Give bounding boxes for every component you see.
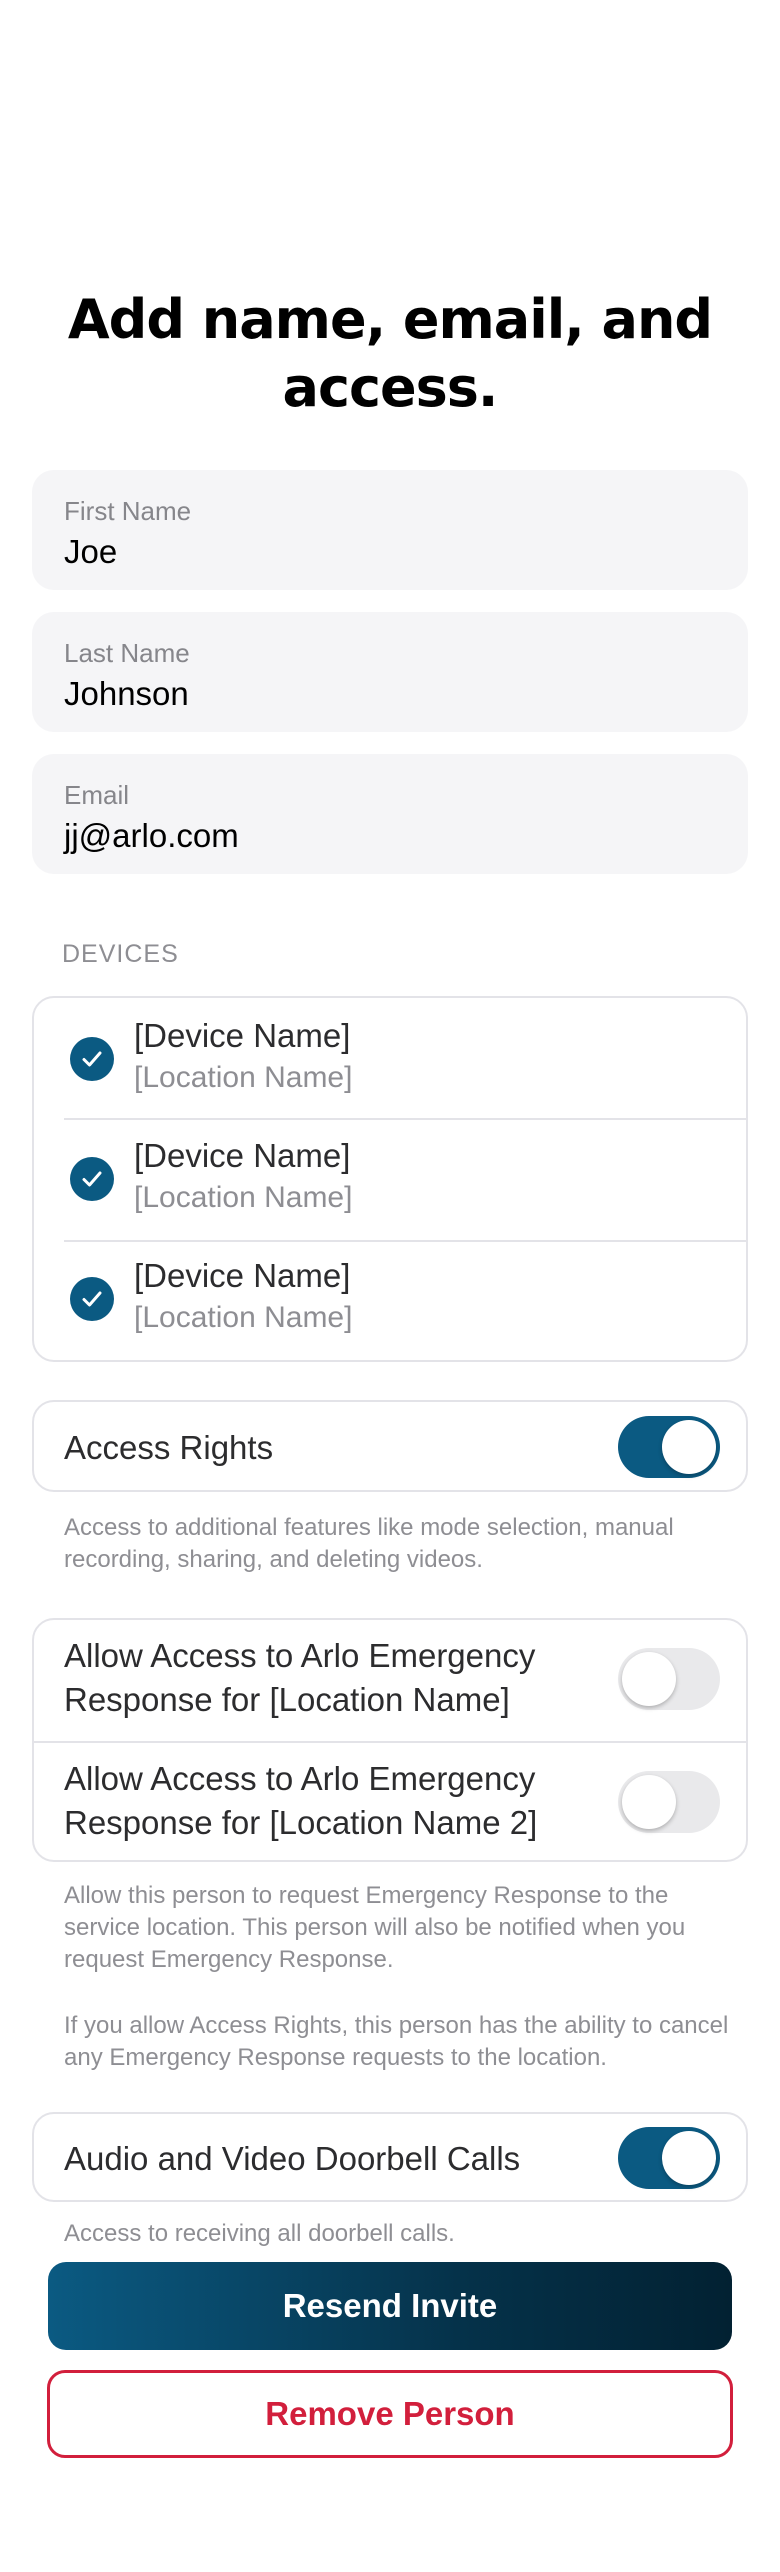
emergency-note-2: If you allow Access Rights, this person … (64, 2012, 729, 2071)
emergency-row: Allow Access to Arlo Emergency Response … (34, 1620, 746, 1741)
emergency-label-line1: Allow Access to Arlo Emergency (64, 1760, 536, 1797)
access-rights-row: Access Rights (34, 1402, 746, 1490)
device-row[interactable]: [Device Name] [Location Name] (34, 998, 746, 1118)
device-row[interactable]: [Device Name] [Location Name] (34, 1238, 746, 1358)
emergency-label-line1: Allow Access to Arlo Emergency (64, 1637, 536, 1674)
emergency-toggle[interactable] (618, 1648, 720, 1710)
device-row[interactable]: [Device Name] [Location Name] (34, 1118, 746, 1238)
devices-list: [Device Name] [Location Name] [Device Na… (32, 996, 748, 1362)
page-title-line2: access. (282, 356, 499, 419)
email-value[interactable]: jj@arlo.com (64, 816, 716, 856)
emergency-label: Allow Access to Arlo Emergency Response … (64, 1757, 537, 1845)
remove-person-button[interactable]: Remove Person (47, 2370, 733, 2458)
checkmark-icon[interactable] (70, 1277, 114, 1321)
device-name: [Device Name] (134, 1257, 351, 1294)
emergency-row: Allow Access to Arlo Emergency Response … (34, 1743, 746, 1860)
toggle-knob (622, 1775, 676, 1829)
page-title: Add name, email, and access. (60, 286, 720, 422)
toggle-knob (662, 1420, 716, 1474)
device-name: [Device Name] (134, 1017, 351, 1054)
access-rights-note: Access to additional features like mode … (64, 1514, 674, 1573)
resend-invite-button[interactable]: Resend Invite (48, 2262, 732, 2350)
checkmark-icon[interactable] (70, 1157, 114, 1201)
device-location: [Location Name] (134, 1301, 353, 1334)
email-label: Email (64, 780, 130, 810)
access-rights-label: Access Rights (64, 1429, 274, 1466)
access-rights-toggle[interactable] (618, 1416, 720, 1478)
toggle-knob (622, 1652, 676, 1706)
first-name-value[interactable]: Joe (64, 532, 716, 572)
toggle-knob (662, 2131, 716, 2185)
device-name: [Device Name] (134, 1137, 351, 1174)
first-name-field[interactable]: First Name Joe (32, 470, 748, 590)
emergency-toggle[interactable] (618, 1771, 720, 1833)
last-name-label: Last Name (64, 638, 190, 668)
last-name-value[interactable]: Johnson (64, 674, 716, 714)
first-name-label: First Name (64, 496, 192, 526)
doorbell-note: Access to receiving all doorbell calls. (64, 2220, 455, 2247)
device-location: [Location Name] (134, 1061, 353, 1094)
checkmark-icon[interactable] (70, 1037, 114, 1081)
emergency-card: Allow Access to Arlo Emergency Response … (32, 1618, 748, 1862)
email-field[interactable]: Email jj@arlo.com (32, 754, 748, 874)
emergency-label-line2: Response for [Location Name 2] (64, 1804, 538, 1841)
doorbell-row: Audio and Video Doorbell Calls (34, 2114, 746, 2200)
last-name-field[interactable]: Last Name Johnson (32, 612, 748, 732)
devices-section-label: DEVICES (62, 940, 179, 968)
doorbell-toggle[interactable] (618, 2127, 720, 2189)
doorbell-card: Audio and Video Doorbell Calls (32, 2112, 748, 2202)
device-location: [Location Name] (134, 1181, 353, 1214)
emergency-label: Allow Access to Arlo Emergency Response … (64, 1634, 535, 1722)
emergency-label-line2: Response for [Location Name] (64, 1681, 510, 1718)
page-title-line1: Add name, email, and (67, 288, 713, 351)
doorbell-label: Audio and Video Doorbell Calls (64, 2140, 521, 2177)
emergency-note: Allow this person to request Emergency R… (64, 1882, 686, 1973)
access-rights-card: Access Rights (32, 1400, 748, 1492)
